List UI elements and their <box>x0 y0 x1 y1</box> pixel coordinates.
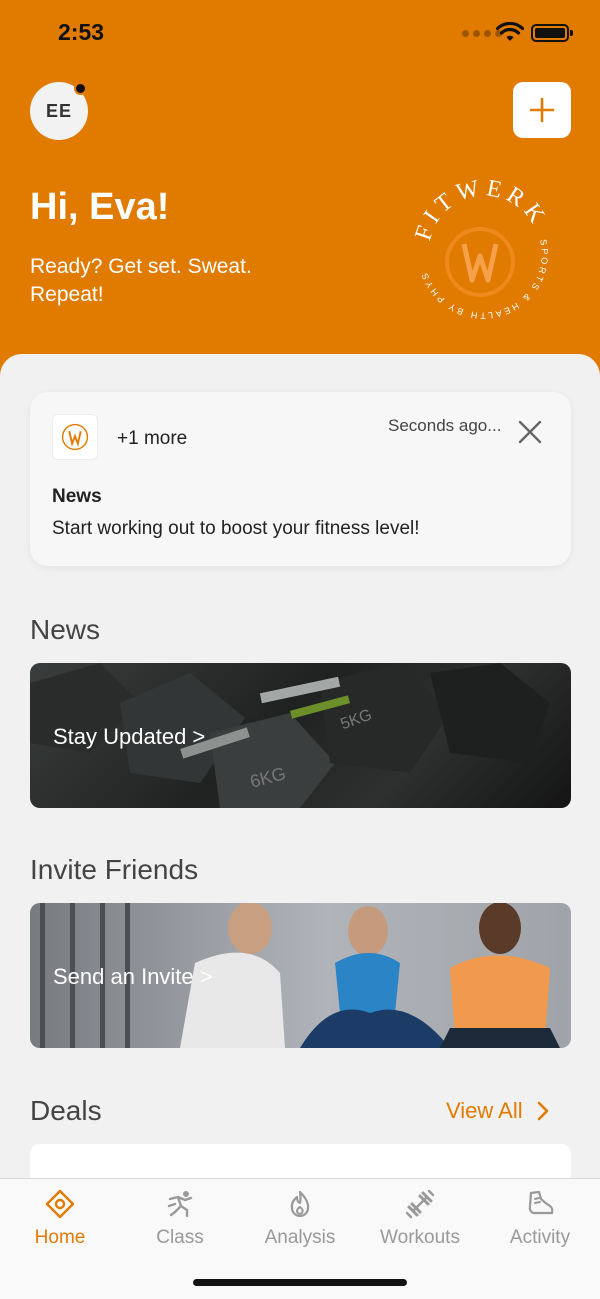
notification-title: News <box>52 486 102 507</box>
notification-more-count: +1 more <box>117 428 188 449</box>
chevron-right-icon <box>537 1101 548 1121</box>
dumbbell-icon <box>405 1189 435 1219</box>
deals-section-title: Deals <box>30 1095 102 1126</box>
tab-activity[interactable]: Activity <box>480 1189 600 1249</box>
notification-body: Start working out to boost your fitness … <box>52 518 420 539</box>
tab-label: Home <box>34 1227 86 1248</box>
header: 2:53 EE Hi, Eva! Ready? Get set. Sweat. … <box>0 0 600 400</box>
tab-label: Class <box>156 1227 204 1248</box>
plus-icon <box>529 97 555 123</box>
status-time: 2:53 <box>58 19 105 45</box>
notification-dot <box>74 82 87 95</box>
wifi-icon <box>496 22 524 41</box>
notification-card[interactable]: +1 more Seconds ago... News Start workin… <box>30 392 571 566</box>
add-button[interactable] <box>513 82 571 138</box>
greeting-title: Hi, Eva! <box>30 186 170 228</box>
class-icon <box>167 1191 193 1218</box>
invite-banner-label: Send an Invite > <box>53 964 213 989</box>
svg-text:FITWERK: FITWERK <box>410 180 552 244</box>
news-section-title: News <box>30 614 101 645</box>
news-banner[interactable]: 5KG 6KG Stay Updated > <box>30 663 571 808</box>
fitwerk-logo-thumbnail <box>52 414 98 460</box>
tab-home[interactable]: Home <box>0 1189 120 1249</box>
tab-label: Analysis <box>264 1227 336 1248</box>
invite-banner[interactable]: Send an Invite > <box>30 903 571 1048</box>
tab-label: Activity <box>509 1227 571 1248</box>
home-indicator <box>193 1279 407 1286</box>
news-banner-label: Stay Updated > <box>53 724 206 749</box>
flame-icon <box>290 1190 310 1218</box>
shoe-icon <box>528 1190 554 1215</box>
status-bar: 2:53 <box>0 0 600 66</box>
close-icon[interactable] <box>516 418 544 446</box>
battery-icon <box>531 24 573 42</box>
invite-section-title: Invite Friends <box>30 854 199 885</box>
home-icon <box>45 1189 75 1219</box>
notification-time: Seconds ago... <box>388 416 502 435</box>
tab-class[interactable]: Class <box>120 1189 240 1249</box>
view-all-deals-link[interactable]: View All <box>446 1098 549 1124</box>
fitwerk-logo: FITWERK SPORTS & HEALTH BY PHYSIOFIT <box>408 180 552 321</box>
view-all-label: View All <box>446 1098 523 1123</box>
greeting-subtitle: Ready? Get set. Sweat. Repeat! <box>30 255 252 306</box>
tab-analysis[interactable]: Analysis <box>240 1189 360 1249</box>
tab-label: Workouts <box>380 1227 460 1248</box>
tab-workouts[interactable]: Workouts <box>360 1189 480 1249</box>
